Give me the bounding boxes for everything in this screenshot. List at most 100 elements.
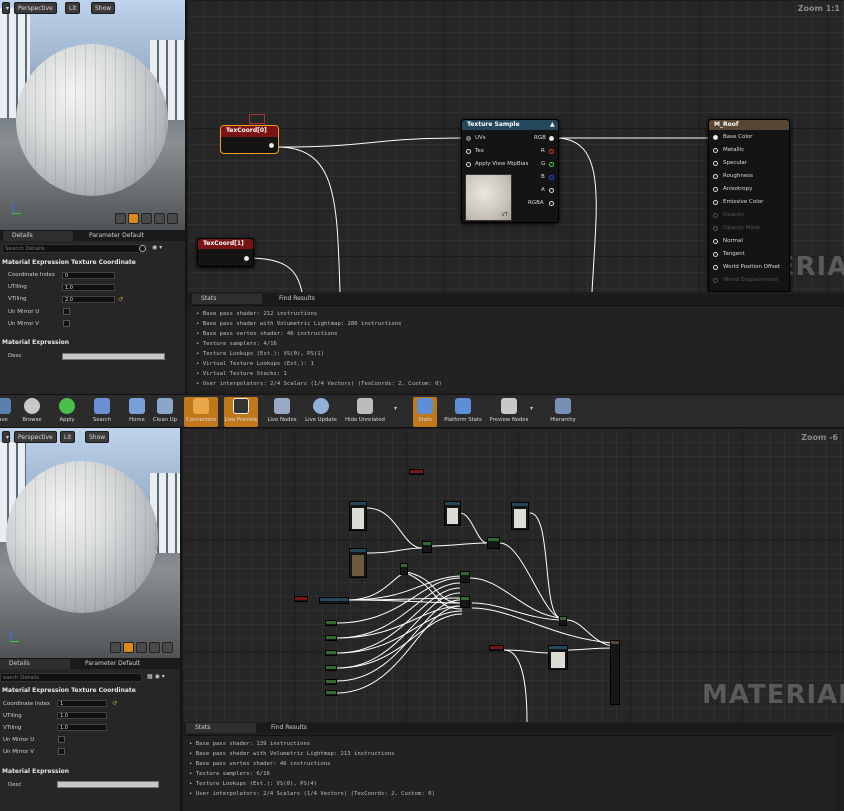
lit-button[interactable]: Lit xyxy=(65,2,81,14)
graph-node[interactable] xyxy=(325,650,337,656)
graph-node[interactable] xyxy=(400,563,408,575)
texcoord0-node[interactable]: TexCoord[0] xyxy=(220,125,279,154)
mipbias-pin[interactable] xyxy=(466,162,471,167)
graph-node[interactable] xyxy=(325,665,337,671)
section-material-expression[interactable]: Material Expression xyxy=(2,768,69,775)
texcoord1-output-pin[interactable] xyxy=(244,256,249,261)
m-roof-input-pin[interactable] xyxy=(713,278,718,283)
show-button[interactable]: Show xyxy=(91,2,116,14)
view-options-eye-icon[interactable]: ◉ ▾ xyxy=(152,244,182,253)
utiling-field[interactable]: 1.0 xyxy=(62,284,115,291)
graph-node[interactable] xyxy=(349,548,367,578)
graph-node[interactable] xyxy=(325,635,337,641)
tab-find-results[interactable]: Find Results xyxy=(262,723,342,733)
cylinder-preview-icon[interactable] xyxy=(110,642,121,653)
m-roof-input-pin[interactable] xyxy=(713,148,718,153)
details-search-input[interactable]: earch Details xyxy=(0,673,142,682)
hide-unrelated-button[interactable]: Hide Unrelated xyxy=(345,397,385,427)
r-pin[interactable] xyxy=(549,149,554,154)
g-pin[interactable] xyxy=(549,162,554,167)
vtiling-field[interactable]: 1.0 xyxy=(57,724,107,731)
stats-button[interactable]: Stats xyxy=(413,397,437,427)
graph-node[interactable] xyxy=(460,596,470,608)
unmirror-u-checkbox[interactable] xyxy=(63,308,70,315)
coordinate-index-field[interactable]: 1 xyxy=(57,700,107,707)
m-roof-input-pin[interactable] xyxy=(713,252,718,257)
sphere-preview-icon[interactable] xyxy=(123,642,134,653)
m-roof-input-pin[interactable] xyxy=(713,226,718,231)
graph-node[interactable] xyxy=(325,620,337,626)
perspective-button[interactable]: Perspective xyxy=(14,431,57,443)
tab-details[interactable]: Details xyxy=(0,659,70,669)
apply-button[interactable]: Apply xyxy=(50,397,84,427)
rgb-pin[interactable] xyxy=(549,136,554,141)
hide-unrelated-dropdown-icon[interactable]: ▾ xyxy=(394,405,397,412)
graph-node[interactable] xyxy=(409,469,424,475)
cube-preview-icon[interactable] xyxy=(154,213,165,224)
mesh-preview-icon[interactable] xyxy=(162,642,173,653)
mesh-preview-icon[interactable] xyxy=(167,213,178,224)
material-preview-viewport-2[interactable]: ▾ Perspective Lit Show xyxy=(0,428,180,658)
section-material-expression[interactable]: Material Expression xyxy=(2,339,69,346)
show-button[interactable]: Show xyxy=(85,431,110,443)
m-roof-input-pin[interactable] xyxy=(713,161,718,166)
unmirror-v-checkbox[interactable] xyxy=(58,748,65,755)
desc-input[interactable] xyxy=(62,353,165,360)
graph-node[interactable] xyxy=(294,596,308,602)
view-options-eye-icon[interactable]: ▦ ◉ ▾ xyxy=(147,673,177,682)
m-roof-input-pin[interactable] xyxy=(713,200,718,205)
graph-node[interactable] xyxy=(349,501,367,531)
uvs-pin[interactable] xyxy=(466,136,471,141)
cube-preview-icon[interactable] xyxy=(149,642,160,653)
reset-to-default-icon[interactable]: ↺ xyxy=(118,296,123,303)
graph-node[interactable] xyxy=(325,679,337,685)
m-roof-input-pin[interactable] xyxy=(713,135,718,140)
texcoord1-node[interactable]: TexCoord[1] xyxy=(197,238,254,267)
graph-node[interactable] xyxy=(460,571,470,583)
graph-node[interactable] xyxy=(422,541,432,553)
graph-node[interactable] xyxy=(319,597,349,604)
texcoord0-output-pin[interactable] xyxy=(269,143,274,148)
lit-button[interactable]: Lit xyxy=(60,431,76,443)
graph-node[interactable] xyxy=(548,645,568,670)
graph-node[interactable] xyxy=(489,645,504,651)
browse-button[interactable]: Browse xyxy=(15,397,49,427)
material-graph-canvas[interactable]: Zoom 1:1 MATERIAL TexCoord[0] TexCoord[1… xyxy=(187,0,844,292)
sphere-preview-icon[interactable] xyxy=(128,213,139,224)
a-pin[interactable] xyxy=(549,188,554,193)
material-graph-canvas-2[interactable]: Zoom -6 MATERIAL xyxy=(182,428,844,722)
collapse-arrow-icon[interactable]: ▲ xyxy=(550,121,555,128)
platform-stats-button[interactable]: Platform Stats xyxy=(444,397,482,427)
perspective-button[interactable]: Perspective xyxy=(14,2,57,14)
graph-node[interactable] xyxy=(444,501,461,526)
m-roof-input-pin[interactable] xyxy=(713,239,718,244)
graph-node[interactable] xyxy=(325,690,337,696)
tab-details[interactable]: Details xyxy=(3,231,73,241)
texture-sample-node[interactable]: Texture Sample ▲ UVs Tex Apply View MipB… xyxy=(461,119,559,223)
vtiling-field[interactable]: 2.0 xyxy=(62,296,115,303)
plane-preview-icon[interactable] xyxy=(136,642,147,653)
tab-find-results[interactable]: Find Results xyxy=(270,294,350,304)
reset-to-default-icon[interactable]: ↺ xyxy=(112,700,117,707)
viewport-options-button[interactable]: ▾ xyxy=(2,2,10,14)
m-roof-input-pin[interactable] xyxy=(713,187,718,192)
connectors-button[interactable]: Connectors xyxy=(184,397,218,427)
material-preview-viewport[interactable]: ▾ Perspective Lit Show xyxy=(0,0,185,230)
m-roof-input-pin[interactable] xyxy=(713,265,718,270)
m-roof-input-pin[interactable] xyxy=(713,213,718,218)
tab-parameter-default[interactable]: Parameter Default xyxy=(80,231,170,241)
live-nodes-button[interactable]: Live Nodes xyxy=(265,397,299,427)
tab-parameter-default[interactable]: Parameter Default xyxy=(76,659,166,669)
graph-node[interactable] xyxy=(559,616,567,626)
desc-input[interactable] xyxy=(57,781,159,788)
unmirror-v-checkbox[interactable] xyxy=(63,320,70,327)
live-preview-button[interactable]: Live Preview xyxy=(224,397,258,427)
search-button[interactable]: Search xyxy=(85,397,119,427)
details-search-input[interactable]: Search Details xyxy=(2,244,147,253)
tab-stats[interactable]: Stats xyxy=(192,294,262,304)
unmirror-u-checkbox[interactable] xyxy=(58,736,65,743)
coordinate-index-field[interactable]: 0 xyxy=(62,272,115,279)
graph-node[interactable] xyxy=(511,502,529,530)
tab-stats[interactable]: Stats xyxy=(186,723,256,733)
clean-up-button[interactable]: Clean Up xyxy=(148,397,182,427)
